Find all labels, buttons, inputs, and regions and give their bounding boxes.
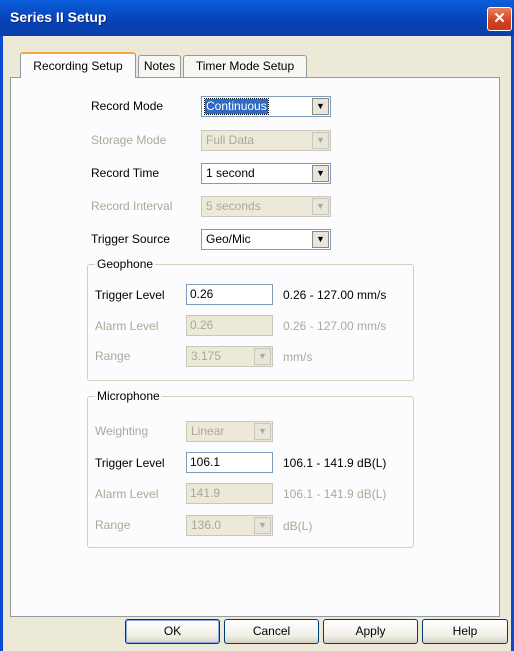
record-interval-dropdown[interactable]: 5 seconds ▼ — [201, 196, 331, 217]
trigger-source-dropdown[interactable]: Geo/Mic ▼ — [201, 229, 331, 250]
record-time-dropdown[interactable]: 1 second ▼ — [201, 163, 331, 184]
geophone-trigger-range: 0.26 - 127.00 mm/s — [283, 288, 387, 302]
record-time-label: Record Time — [91, 166, 160, 180]
chevron-down-icon[interactable]: ▼ — [312, 98, 329, 115]
ok-button[interactable]: OK — [125, 619, 220, 644]
record-interval-value: 5 seconds — [206, 199, 261, 213]
storage-mode-dropdown[interactable]: Full Data ▼ — [201, 130, 331, 151]
window-title: Series II Setup — [10, 9, 107, 25]
help-button[interactable]: Help — [422, 619, 508, 644]
geophone-alarm-range: 0.26 - 127.00 mm/s — [283, 319, 387, 333]
cancel-button[interactable]: Cancel — [224, 619, 319, 644]
geophone-trigger-level-field[interactable]: 0.26 — [186, 284, 273, 305]
mic-range-unit: dB(L) — [283, 519, 313, 533]
geophone-range-dropdown[interactable]: 3.175 ▼ — [186, 346, 273, 367]
record-mode-label: Record Mode — [91, 99, 164, 113]
mic-trigger-level-field[interactable]: 106.1 — [186, 452, 273, 473]
storage-mode-value: Full Data — [206, 133, 255, 147]
geophone-group-title: Geophone — [95, 257, 156, 271]
chevron-down-icon[interactable]: ▼ — [312, 165, 329, 182]
weighting-label: Weighting — [95, 424, 149, 438]
mic-trigger-level-label: Trigger Level — [95, 456, 165, 470]
window-frame-left — [0, 36, 3, 651]
tab-recording-setup[interactable]: Recording Setup — [20, 52, 136, 78]
tab-notes[interactable]: Notes — [138, 55, 181, 77]
chevron-down-icon[interactable]: ▼ — [312, 132, 329, 149]
weighting-value: Linear — [191, 424, 225, 438]
mic-range-dropdown[interactable]: 136.0 ▼ — [186, 515, 273, 536]
record-interval-label: Record Interval — [91, 199, 173, 213]
geophone-range-unit: mm/s — [283, 350, 313, 364]
geophone-trigger-level-label: Trigger Level — [95, 288, 165, 302]
chevron-down-icon[interactable]: ▼ — [254, 348, 271, 365]
record-mode-value: Continuous — [204, 98, 269, 115]
tab-timer-mode-setup[interactable]: Timer Mode Setup — [183, 55, 307, 77]
chevron-down-icon[interactable]: ▼ — [312, 231, 329, 248]
trigger-source-label: Trigger Source — [91, 232, 170, 246]
close-button[interactable]: ✕ — [487, 7, 512, 31]
storage-mode-label: Storage Mode — [91, 133, 167, 147]
record-mode-dropdown[interactable]: Continuous ▼ — [201, 96, 331, 117]
mic-range-label: Range — [95, 518, 131, 532]
record-time-value: 1 second — [206, 166, 255, 180]
mic-trigger-range: 106.1 - 141.9 dB(L) — [283, 456, 387, 470]
microphone-group-title: Microphone — [95, 389, 162, 403]
chevron-down-icon[interactable]: ▼ — [254, 423, 271, 440]
close-icon: ✕ — [493, 10, 506, 27]
trigger-source-value: Geo/Mic — [206, 232, 251, 246]
mic-alarm-level-label: Alarm Level — [95, 487, 159, 501]
weighting-dropdown[interactable]: Linear ▼ — [186, 421, 273, 442]
geophone-range-value: 3.175 — [191, 349, 222, 363]
chevron-down-icon[interactable]: ▼ — [312, 198, 329, 215]
mic-range-value: 136.0 — [191, 518, 222, 532]
chevron-down-icon[interactable]: ▼ — [254, 517, 271, 534]
mic-alarm-range: 106.1 - 141.9 dB(L) — [283, 487, 387, 501]
geophone-alarm-level-field[interactable]: 0.26 — [186, 315, 273, 336]
apply-button[interactable]: Apply — [323, 619, 418, 644]
mic-alarm-level-field[interactable]: 141.9 — [186, 483, 273, 504]
geophone-range-label: Range — [95, 349, 131, 363]
geophone-alarm-level-label: Alarm Level — [95, 319, 159, 333]
